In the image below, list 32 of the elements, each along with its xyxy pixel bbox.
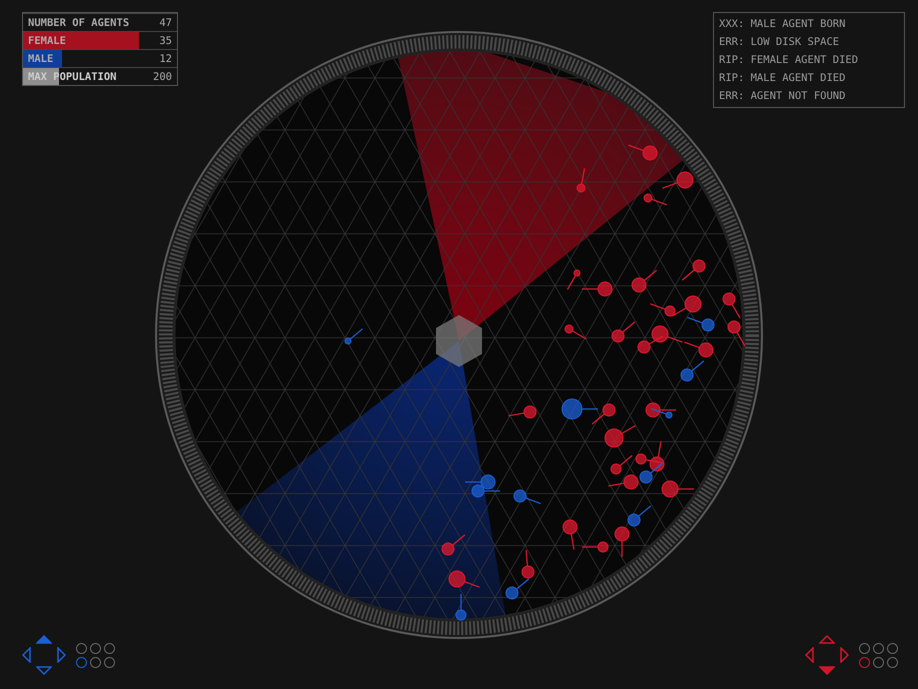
triangle-up-icon[interactable] (819, 635, 835, 644)
triangle-down-icon[interactable] (819, 666, 835, 675)
slot-ring-icon[interactable] (873, 656, 884, 668)
slot-ring-icon[interactable] (887, 656, 898, 668)
log-entry: RIP: FEMALE AGENT DIED (719, 53, 860, 68)
slot-ring-icon[interactable] (76, 642, 87, 654)
slot-ring-icon[interactable] (859, 656, 870, 668)
stat-value: 12 (159, 52, 172, 64)
slot-ring-icon[interactable] (76, 656, 87, 668)
triangle-down-icon[interactable] (36, 666, 52, 675)
stat-label: MALE (28, 52, 54, 64)
slot-ring-icon[interactable] (104, 656, 115, 668)
triangle-left-icon[interactable] (22, 647, 31, 663)
stat-value: 200 (153, 70, 172, 82)
slot-ring-icon[interactable] (887, 642, 898, 654)
slot-ring-icon[interactable] (90, 642, 101, 654)
log-entry: RIP: MALE AGENT DIED (719, 71, 846, 86)
triangle-up-icon[interactable] (36, 635, 52, 644)
slot-ring-icon[interactable] (90, 656, 101, 668)
log-entry: ERR: LOW DISK SPACE (719, 35, 840, 50)
stat-value: 35 (159, 34, 172, 46)
triangle-right-icon[interactable] (840, 647, 849, 663)
stat-label: FEMALE (28, 34, 66, 46)
slot-ring-icon[interactable] (104, 642, 115, 654)
slot-ring-icon[interactable] (873, 642, 884, 654)
log-entry: XXX: MALE AGENT BORN (719, 17, 846, 32)
slot-ring-icon[interactable] (859, 642, 870, 654)
triangle-left-icon[interactable] (805, 647, 814, 663)
log-entry: ERR: AGENT NOT FOUND (719, 89, 846, 104)
stat-value: 47 (159, 16, 172, 28)
triangle-right-icon[interactable] (57, 647, 66, 663)
stat-label: NUMBER OF AGENTS (28, 16, 130, 28)
